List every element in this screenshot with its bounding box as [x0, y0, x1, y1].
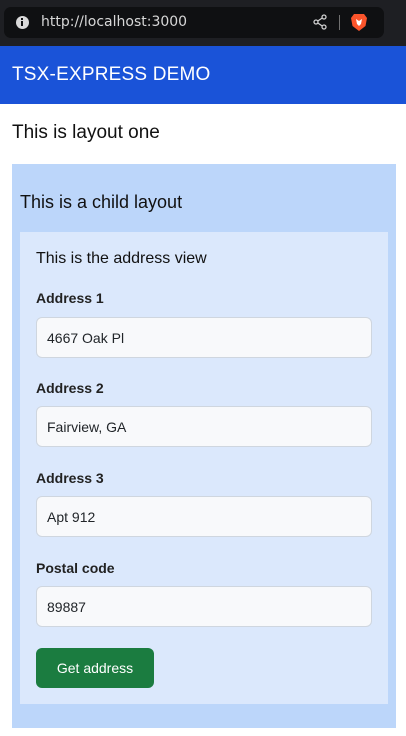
address-3-input[interactable]	[36, 496, 372, 537]
app-title: TSX-EXPRESS DEMO	[12, 64, 211, 85]
brave-lion-icon[interactable]	[350, 13, 368, 32]
toolbar-divider	[339, 15, 340, 30]
layout-one-title: This is layout one	[12, 122, 160, 143]
info-icon[interactable]	[16, 16, 29, 29]
share-icon[interactable]	[312, 14, 328, 30]
address-view-title: This is the address view	[36, 250, 207, 267]
address-3-label: Address 3	[36, 470, 104, 486]
child-layout: This is a child layout This is the addre…	[12, 164, 396, 728]
app-header: TSX-EXPRESS DEMO	[0, 46, 406, 104]
browser-toolbar: http://localhost:3000	[0, 0, 406, 46]
address-view: This is the address view Address 1 Addre…	[20, 232, 388, 704]
address-bar[interactable]: http://localhost:3000	[4, 7, 384, 38]
address-1-label: Address 1	[36, 290, 104, 306]
address-2-input[interactable]	[36, 406, 372, 447]
child-layout-title: This is a child layout	[20, 192, 183, 212]
address-1-input[interactable]	[36, 317, 372, 358]
postal-code-input[interactable]	[36, 586, 372, 627]
postal-code-label: Postal code	[36, 560, 115, 576]
url-text[interactable]: http://localhost:3000	[41, 14, 187, 30]
get-address-button[interactable]: Get address	[36, 648, 154, 688]
address-2-label: Address 2	[36, 380, 104, 396]
